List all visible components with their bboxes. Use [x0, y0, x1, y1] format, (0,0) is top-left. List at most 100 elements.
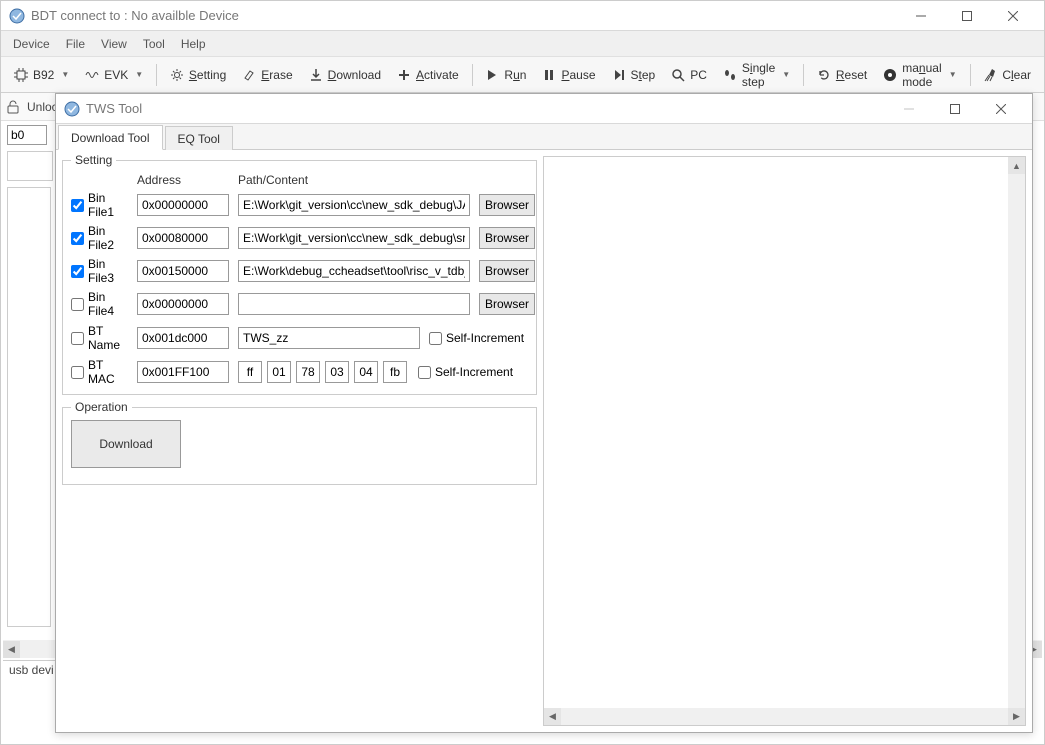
step-button[interactable]: Step: [605, 64, 663, 86]
binfile2-label: Bin File2: [88, 224, 131, 252]
chevron-down-icon: ▼: [61, 70, 69, 79]
tb-label: Single step: [742, 61, 775, 89]
tab-eq-tool[interactable]: EQ Tool: [165, 126, 233, 150]
btmac-checkbox[interactable]: [71, 366, 84, 379]
btmac-part3-input[interactable]: [296, 361, 320, 383]
binfile4-browser-button[interactable]: Browser: [479, 293, 535, 315]
scroll-up-arrow[interactable]: ▲: [1008, 157, 1025, 174]
separator: [803, 64, 804, 86]
pc-button[interactable]: PC: [664, 64, 714, 86]
minimize-button[interactable]: [886, 94, 932, 124]
small-panel: [7, 151, 53, 181]
download-button[interactable]: Download: [302, 64, 388, 86]
board-label: EVK: [104, 68, 128, 82]
left-output-panel: [7, 187, 51, 627]
binfile1-path-input[interactable]: [238, 194, 470, 216]
maximize-button[interactable]: [944, 1, 990, 31]
binfile3-checkbox[interactable]: [71, 265, 84, 278]
binfile2-path-input[interactable]: [238, 227, 470, 249]
clear-button[interactable]: Clear: [976, 64, 1038, 86]
b0-input[interactable]: [7, 125, 47, 145]
scroll-left-arrow[interactable]: ◀: [3, 641, 20, 658]
btname-address-input[interactable]: [137, 327, 229, 349]
single-step-button[interactable]: Single step▼: [716, 57, 797, 93]
menu-view[interactable]: View: [93, 34, 135, 54]
binfile2-address-input[interactable]: [137, 227, 229, 249]
close-button[interactable]: [978, 94, 1024, 124]
binfile4-path-input[interactable]: [238, 293, 470, 315]
binfile3-path-input[interactable]: [238, 260, 470, 282]
run-button[interactable]: Run: [478, 64, 533, 86]
toolbar: B92▼ EVK ▼ Setting Erase Download Activat…: [1, 57, 1044, 93]
plus-icon: [397, 68, 411, 82]
menu-device[interactable]: Device: [5, 34, 58, 54]
form-panel: Setting Address Path/Content Bin File1Br…: [62, 156, 537, 726]
main-title: BDT connect to : No availble Device: [31, 8, 898, 23]
scroll-right-arrow[interactable]: ▶: [1008, 708, 1025, 725]
manual-mode-button[interactable]: manual mode▼: [876, 57, 963, 93]
chip-selector[interactable]: B92▼: [7, 64, 76, 86]
separator: [472, 64, 473, 86]
close-button[interactable]: [990, 1, 1036, 31]
chip-icon: [14, 68, 28, 82]
btmac-part6-input[interactable]: [383, 361, 407, 383]
binfile4-address-input[interactable]: [137, 293, 229, 315]
setting-button[interactable]: Setting: [163, 64, 233, 86]
binfile2-checkbox[interactable]: [71, 232, 84, 245]
binfile3-browser-button[interactable]: Browser: [479, 260, 535, 282]
separator: [156, 64, 157, 86]
selfinc-label: Self-Increment: [446, 331, 524, 345]
activate-button[interactable]: Activate: [390, 64, 466, 86]
btmac-part4-input[interactable]: [325, 361, 349, 383]
vertical-scrollbar[interactable]: ▲: [1008, 157, 1025, 708]
tab-download-tool[interactable]: Download Tool: [58, 125, 163, 150]
erase-icon: [242, 68, 256, 82]
pause-icon: [542, 68, 556, 82]
horizontal-scrollbar[interactable]: ◀ ▶: [544, 708, 1025, 725]
app-icon: [9, 8, 25, 24]
btmac-selfinc-checkbox[interactable]: [418, 366, 431, 379]
menu-help[interactable]: Help: [173, 34, 214, 54]
selfinc-label: Self-Increment: [435, 365, 513, 379]
play-icon: [485, 68, 499, 82]
binfile4-label: Bin File4: [88, 290, 131, 318]
btname-selfinc-checkbox[interactable]: [429, 332, 442, 345]
setting-group: Setting Address Path/Content Bin File1Br…: [62, 160, 537, 395]
btmac-part1-input[interactable]: [238, 361, 262, 383]
menu-file[interactable]: File: [58, 34, 93, 54]
binfile3-address-input[interactable]: [137, 260, 229, 282]
btname-checkbox[interactable]: [71, 332, 84, 345]
minimize-button[interactable]: [898, 1, 944, 31]
btmac-part5-input[interactable]: [354, 361, 378, 383]
operation-legend: Operation: [71, 400, 132, 414]
binfile4-checkbox[interactable]: [71, 298, 84, 311]
board-selector[interactable]: EVK ▼: [78, 64, 150, 86]
lock-icon: [7, 100, 19, 114]
btmac-address-input[interactable]: [137, 361, 229, 383]
app-icon: [64, 101, 80, 117]
tws-title: TWS Tool: [86, 101, 886, 116]
binfile1-address-input[interactable]: [137, 194, 229, 216]
operation-group: Operation Download: [62, 407, 537, 485]
btmac-part2-input[interactable]: [267, 361, 291, 383]
tb-label: Setting: [189, 68, 226, 82]
maximize-button[interactable]: [932, 94, 978, 124]
step-icon: [612, 68, 626, 82]
binfile2-browser-button[interactable]: Browser: [479, 227, 535, 249]
download-big-button[interactable]: Download: [71, 420, 181, 468]
btname-value-input[interactable]: [238, 327, 420, 349]
reset-button[interactable]: Reset: [810, 64, 874, 86]
pause-button[interactable]: Pause: [535, 64, 602, 86]
chevron-down-icon: ▼: [135, 70, 143, 79]
tb-label: Pause: [561, 68, 595, 82]
erase-button[interactable]: Erase: [235, 64, 299, 86]
binfile1-browser-button[interactable]: Browser: [479, 194, 535, 216]
mode-icon: [883, 68, 897, 82]
menu-tool[interactable]: Tool: [135, 34, 173, 54]
separator: [970, 64, 971, 86]
binfile1-checkbox[interactable]: [71, 199, 84, 212]
tws-tool-window: TWS Tool Download Tool EQ Tool Setting A…: [55, 93, 1033, 733]
tb-label: Step: [631, 68, 656, 82]
menubar: Device File View Tool Help: [1, 31, 1044, 57]
scroll-left-arrow[interactable]: ◀: [544, 708, 561, 725]
